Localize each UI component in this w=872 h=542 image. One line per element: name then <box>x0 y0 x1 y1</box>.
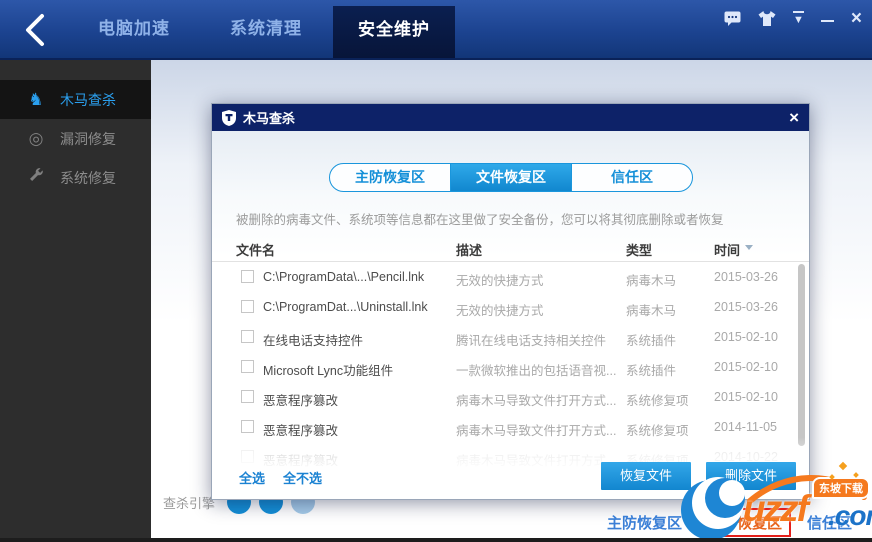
restore-files-button[interactable]: 恢复文件 <box>601 462 691 490</box>
cell-filename: 在线电话支持控件 <box>263 330 363 349</box>
cell-date: 2015-02-10 <box>714 360 778 374</box>
table-row[interactable]: 恶意程序篡改 病毒木马导致文件打开方式... 系统修复项 2014-11-05 <box>212 412 809 442</box>
cell-filename: C:\ProgramData\...\Pencil.lnk <box>263 270 424 284</box>
tab-pc-speedup[interactable]: 电脑加速 <box>88 0 180 58</box>
window-controls: ▼ × <box>724 0 862 36</box>
tab-system-cleanup[interactable]: 系统清理 <box>220 0 312 58</box>
sidebar-item-system-repair[interactable]: 系统修复 <box>0 158 151 197</box>
menu-bar <box>793 11 804 13</box>
table-row[interactable]: 恶意程序篡改 病毒木马导致文件打开方式... 系统修复项 2015-02-10 <box>212 382 809 412</box>
column-description: 描述 <box>456 240 482 259</box>
cell-type: 病毒木马 <box>626 270 676 289</box>
row-checkbox[interactable] <box>241 330 254 343</box>
main-menu-icon[interactable]: ▼ <box>793 11 804 25</box>
cell-date: 2015-02-10 <box>714 390 778 404</box>
cell-description: 病毒木马导致文件打开方式... <box>456 390 616 409</box>
sidebar: ♞ 木马查杀 ◎ 漏洞修复 系统修复 <box>0 60 151 538</box>
window-close-icon[interactable]: × <box>851 9 862 28</box>
caption-annotation: 主防恢复区 文件恢复区 信任区 <box>607 508 852 537</box>
trojan-scan-dialog: 木马查杀 × 主防恢复区 文件恢复区 信任区 被删除的病毒文件、系统项等信息都在… <box>211 103 810 500</box>
dialog-body: 主防恢复区 文件恢复区 信任区 被删除的病毒文件、系统项等信息都在这里做了安全备… <box>212 131 809 499</box>
caption-file-recovery-highlighted: 文件恢复区 <box>698 508 791 537</box>
caption-trust-zone: 信任区 <box>807 512 852 533</box>
top-navigation-bar: 电脑加速 系统清理 安全维护 ▼ × <box>0 0 872 60</box>
cell-type: 系统修复项 <box>626 390 689 409</box>
sidebar-item-label: 漏洞修复 <box>60 129 116 149</box>
sidebar-item-trojan-scan[interactable]: ♞ 木马查杀 <box>0 80 151 119</box>
tab-main-defense-recovery[interactable]: 主防恢复区 <box>330 164 450 191</box>
cell-date: 2015-02-10 <box>714 330 778 344</box>
window-bottom-border <box>0 538 872 542</box>
app-window: 电脑加速 系统清理 安全维护 ▼ × ♞ 木马查杀 ◎ <box>0 0 872 542</box>
sidebar-item-label: 系统修复 <box>60 168 116 188</box>
cell-description: 一款微软推出的包括语音视... <box>456 360 616 379</box>
cell-description: 无效的快捷方式 <box>456 300 544 319</box>
cell-type: 系统插件 <box>626 330 676 349</box>
table-row[interactable]: Microsoft Lync功能组件 一款微软推出的包括语音视... 系统插件 … <box>212 352 809 382</box>
delete-files-button[interactable]: 删除文件 <box>706 462 796 490</box>
cell-date: 2015-03-26 <box>714 270 778 284</box>
shield-icon <box>222 110 236 126</box>
row-checkbox[interactable] <box>241 420 254 433</box>
dialog-header: 木马查杀 × <box>212 104 809 131</box>
sort-desc-icon <box>745 245 753 254</box>
cell-filename: Microsoft Lync功能组件 <box>263 360 393 379</box>
target-icon: ◎ <box>26 129 46 149</box>
tab-file-recovery[interactable]: 文件恢复区 <box>450 164 571 191</box>
select-none-link[interactable]: 全不选 <box>283 468 322 487</box>
menu-triangle: ▼ <box>793 15 804 25</box>
minimize-icon[interactable] <box>821 20 834 22</box>
scan-engine-label: 查杀引擎 <box>163 493 215 512</box>
table-header: 文件名 描述 类型 时间 <box>212 235 809 262</box>
table-row[interactable]: C:\ProgramData\...\Pencil.lnk 无效的快捷方式 病毒… <box>212 262 809 292</box>
caption-main-defense: 主防恢复区 <box>607 512 682 533</box>
recovery-tab-group: 主防恢复区 文件恢复区 信任区 <box>329 163 693 192</box>
knight-icon: ♞ <box>26 90 46 110</box>
tab-trust-zone[interactable]: 信任区 <box>571 164 692 191</box>
column-time-sort[interactable]: 时间 <box>714 240 753 259</box>
row-checkbox[interactable] <box>241 390 254 403</box>
tab-security-maintenance[interactable]: 安全维护 <box>333 6 455 58</box>
cell-type: 系统修复项 <box>626 420 689 439</box>
cell-date: 2015-03-26 <box>714 300 778 314</box>
wrench-icon <box>26 167 46 188</box>
sidebar-item-vulnerability-fix[interactable]: ◎ 漏洞修复 <box>0 119 151 158</box>
dialog-footer: 全选 全不选 恢复文件 删除文件 <box>212 457 809 499</box>
recovery-table: C:\ProgramData\...\Pencil.lnk 无效的快捷方式 病毒… <box>212 262 809 472</box>
cell-filename: C:\ProgramDat...\Uninstall.lnk <box>263 300 428 314</box>
cell-type: 系统插件 <box>626 360 676 379</box>
row-checkbox[interactable] <box>241 300 254 313</box>
cell-description: 病毒木马导致文件打开方式... <box>456 420 616 439</box>
cell-date: 2014-11-05 <box>714 420 777 434</box>
cell-type: 病毒木马 <box>626 300 676 319</box>
recovery-description: 被删除的病毒文件、系统项等信息都在这里做了安全备份，您可以将其彻底删除或者恢复 <box>236 209 724 228</box>
select-all-link[interactable]: 全选 <box>239 468 265 487</box>
feedback-icon[interactable] <box>724 11 741 26</box>
table-row[interactable]: 在线电话支持控件 腾讯在线电话支持相关控件 系统插件 2015-02-10 <box>212 322 809 352</box>
cell-description: 腾讯在线电话支持相关控件 <box>456 330 606 349</box>
table-scrollbar[interactable] <box>798 264 805 446</box>
row-checkbox[interactable] <box>241 270 254 283</box>
cell-filename: 恶意程序篡改 <box>263 390 338 409</box>
table-row[interactable]: C:\ProgramDat...\Uninstall.lnk 无效的快捷方式 病… <box>212 292 809 322</box>
column-type: 类型 <box>626 240 652 259</box>
back-icon[interactable] <box>22 13 48 47</box>
dialog-title: 木马查杀 <box>243 108 295 127</box>
dialog-close-icon[interactable]: × <box>789 109 799 126</box>
row-checkbox[interactable] <box>241 360 254 373</box>
column-filename: 文件名 <box>236 240 275 259</box>
cell-description: 无效的快捷方式 <box>456 270 544 289</box>
sidebar-item-label: 木马查杀 <box>60 90 116 110</box>
skin-theme-icon[interactable] <box>758 11 776 26</box>
selection-links: 全选 全不选 <box>239 468 322 487</box>
cell-filename: 恶意程序篡改 <box>263 420 338 439</box>
